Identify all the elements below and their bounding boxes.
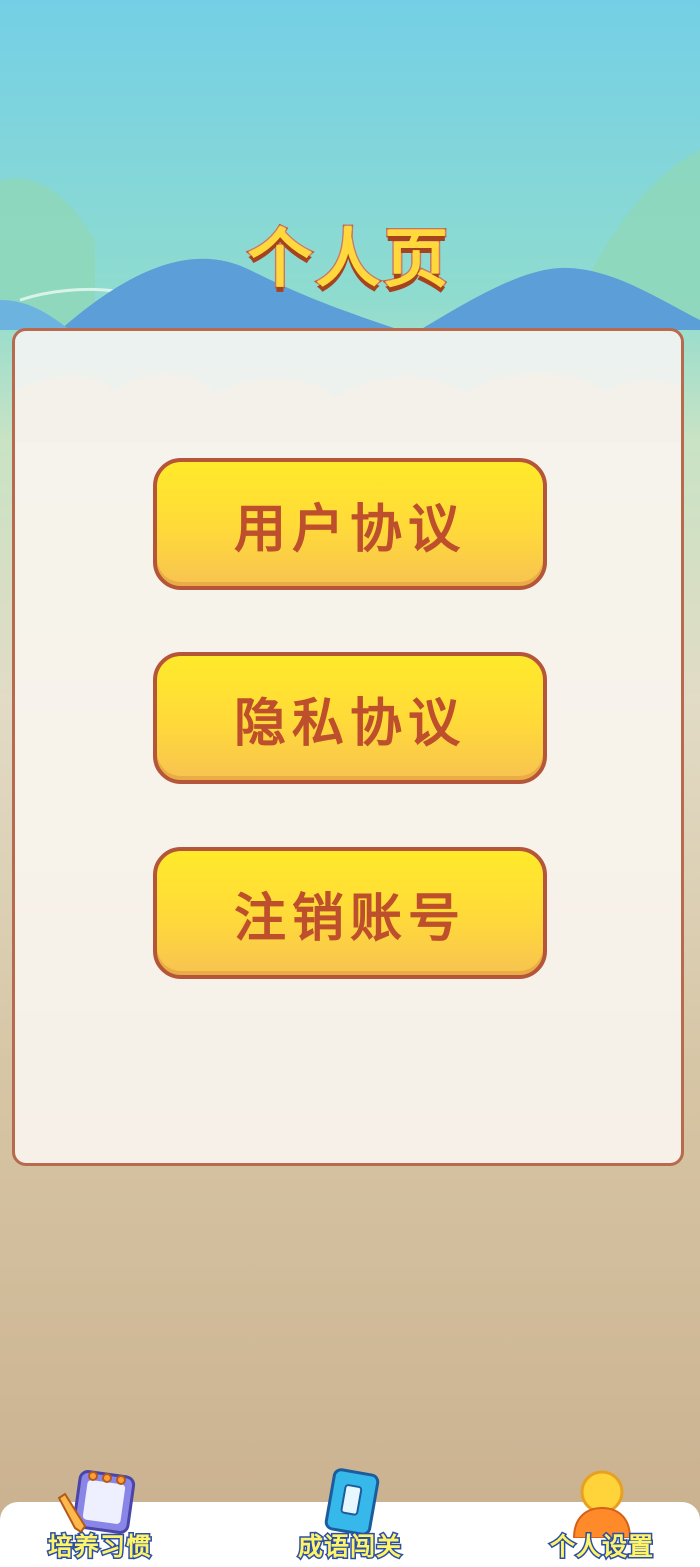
tab-personal-settings-label: 个人设置 <box>548 1531 654 1563</box>
delete-account-button[interactable]: 注销账号 <box>153 847 547 979</box>
page-title: 个人页 <box>247 222 452 299</box>
user-agreement-label: 用户协议 <box>233 499 466 560</box>
tab-habits-label: 培养习惯 <box>46 1531 152 1563</box>
privacy-agreement-button[interactable]: 隐私协议 <box>153 652 547 784</box>
tab-idiom-challenge[interactable]: 成语闯关 <box>270 1468 430 1567</box>
delete-account-label: 注销账号 <box>233 888 466 949</box>
content-panel: 用户协议 隐私协议 注销账号 <box>12 328 684 1166</box>
cloud-decoration <box>15 331 681 443</box>
user-agreement-button[interactable]: 用户协议 <box>153 458 547 590</box>
privacy-agreement-label: 隐私协议 <box>233 693 466 754</box>
tab-idiom-challenge-label: 成语闯关 <box>296 1531 402 1563</box>
tab-personal-settings[interactable]: 个人设置 <box>522 1468 682 1567</box>
tab-habits[interactable]: 培养习惯 <box>20 1468 180 1567</box>
